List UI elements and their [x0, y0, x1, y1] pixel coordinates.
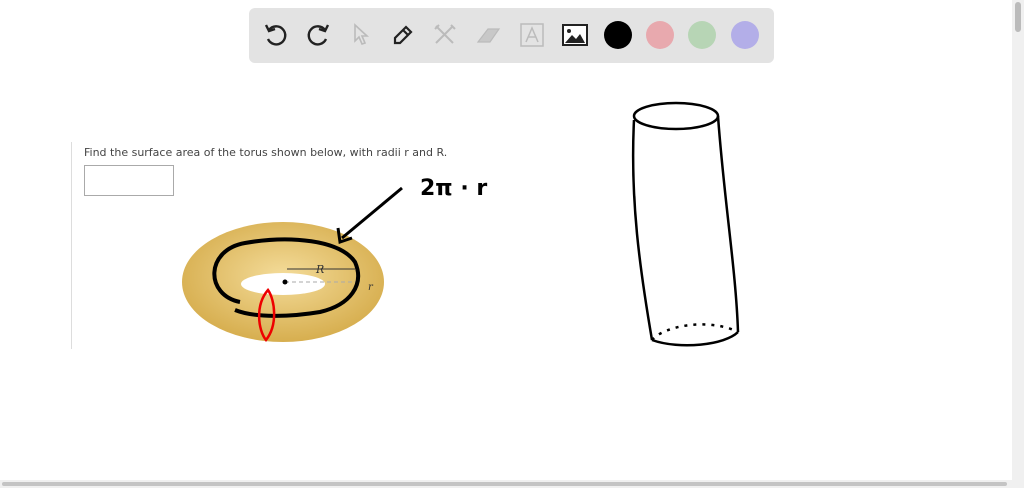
vertical-scrollbar[interactable] [1012, 0, 1024, 488]
vertical-scroll-thumb[interactable] [1015, 2, 1021, 32]
handwritten-formula: 2π · r [420, 176, 487, 201]
horizontal-scroll-thumb[interactable] [2, 482, 1007, 486]
ink-cylinder [631, 101, 740, 347]
label-R: R [315, 263, 324, 276]
ink-arrow [336, 186, 403, 244]
drawing-canvas[interactable]: R r 2π · r [0, 0, 1012, 480]
horizontal-scrollbar[interactable] [0, 480, 1012, 488]
